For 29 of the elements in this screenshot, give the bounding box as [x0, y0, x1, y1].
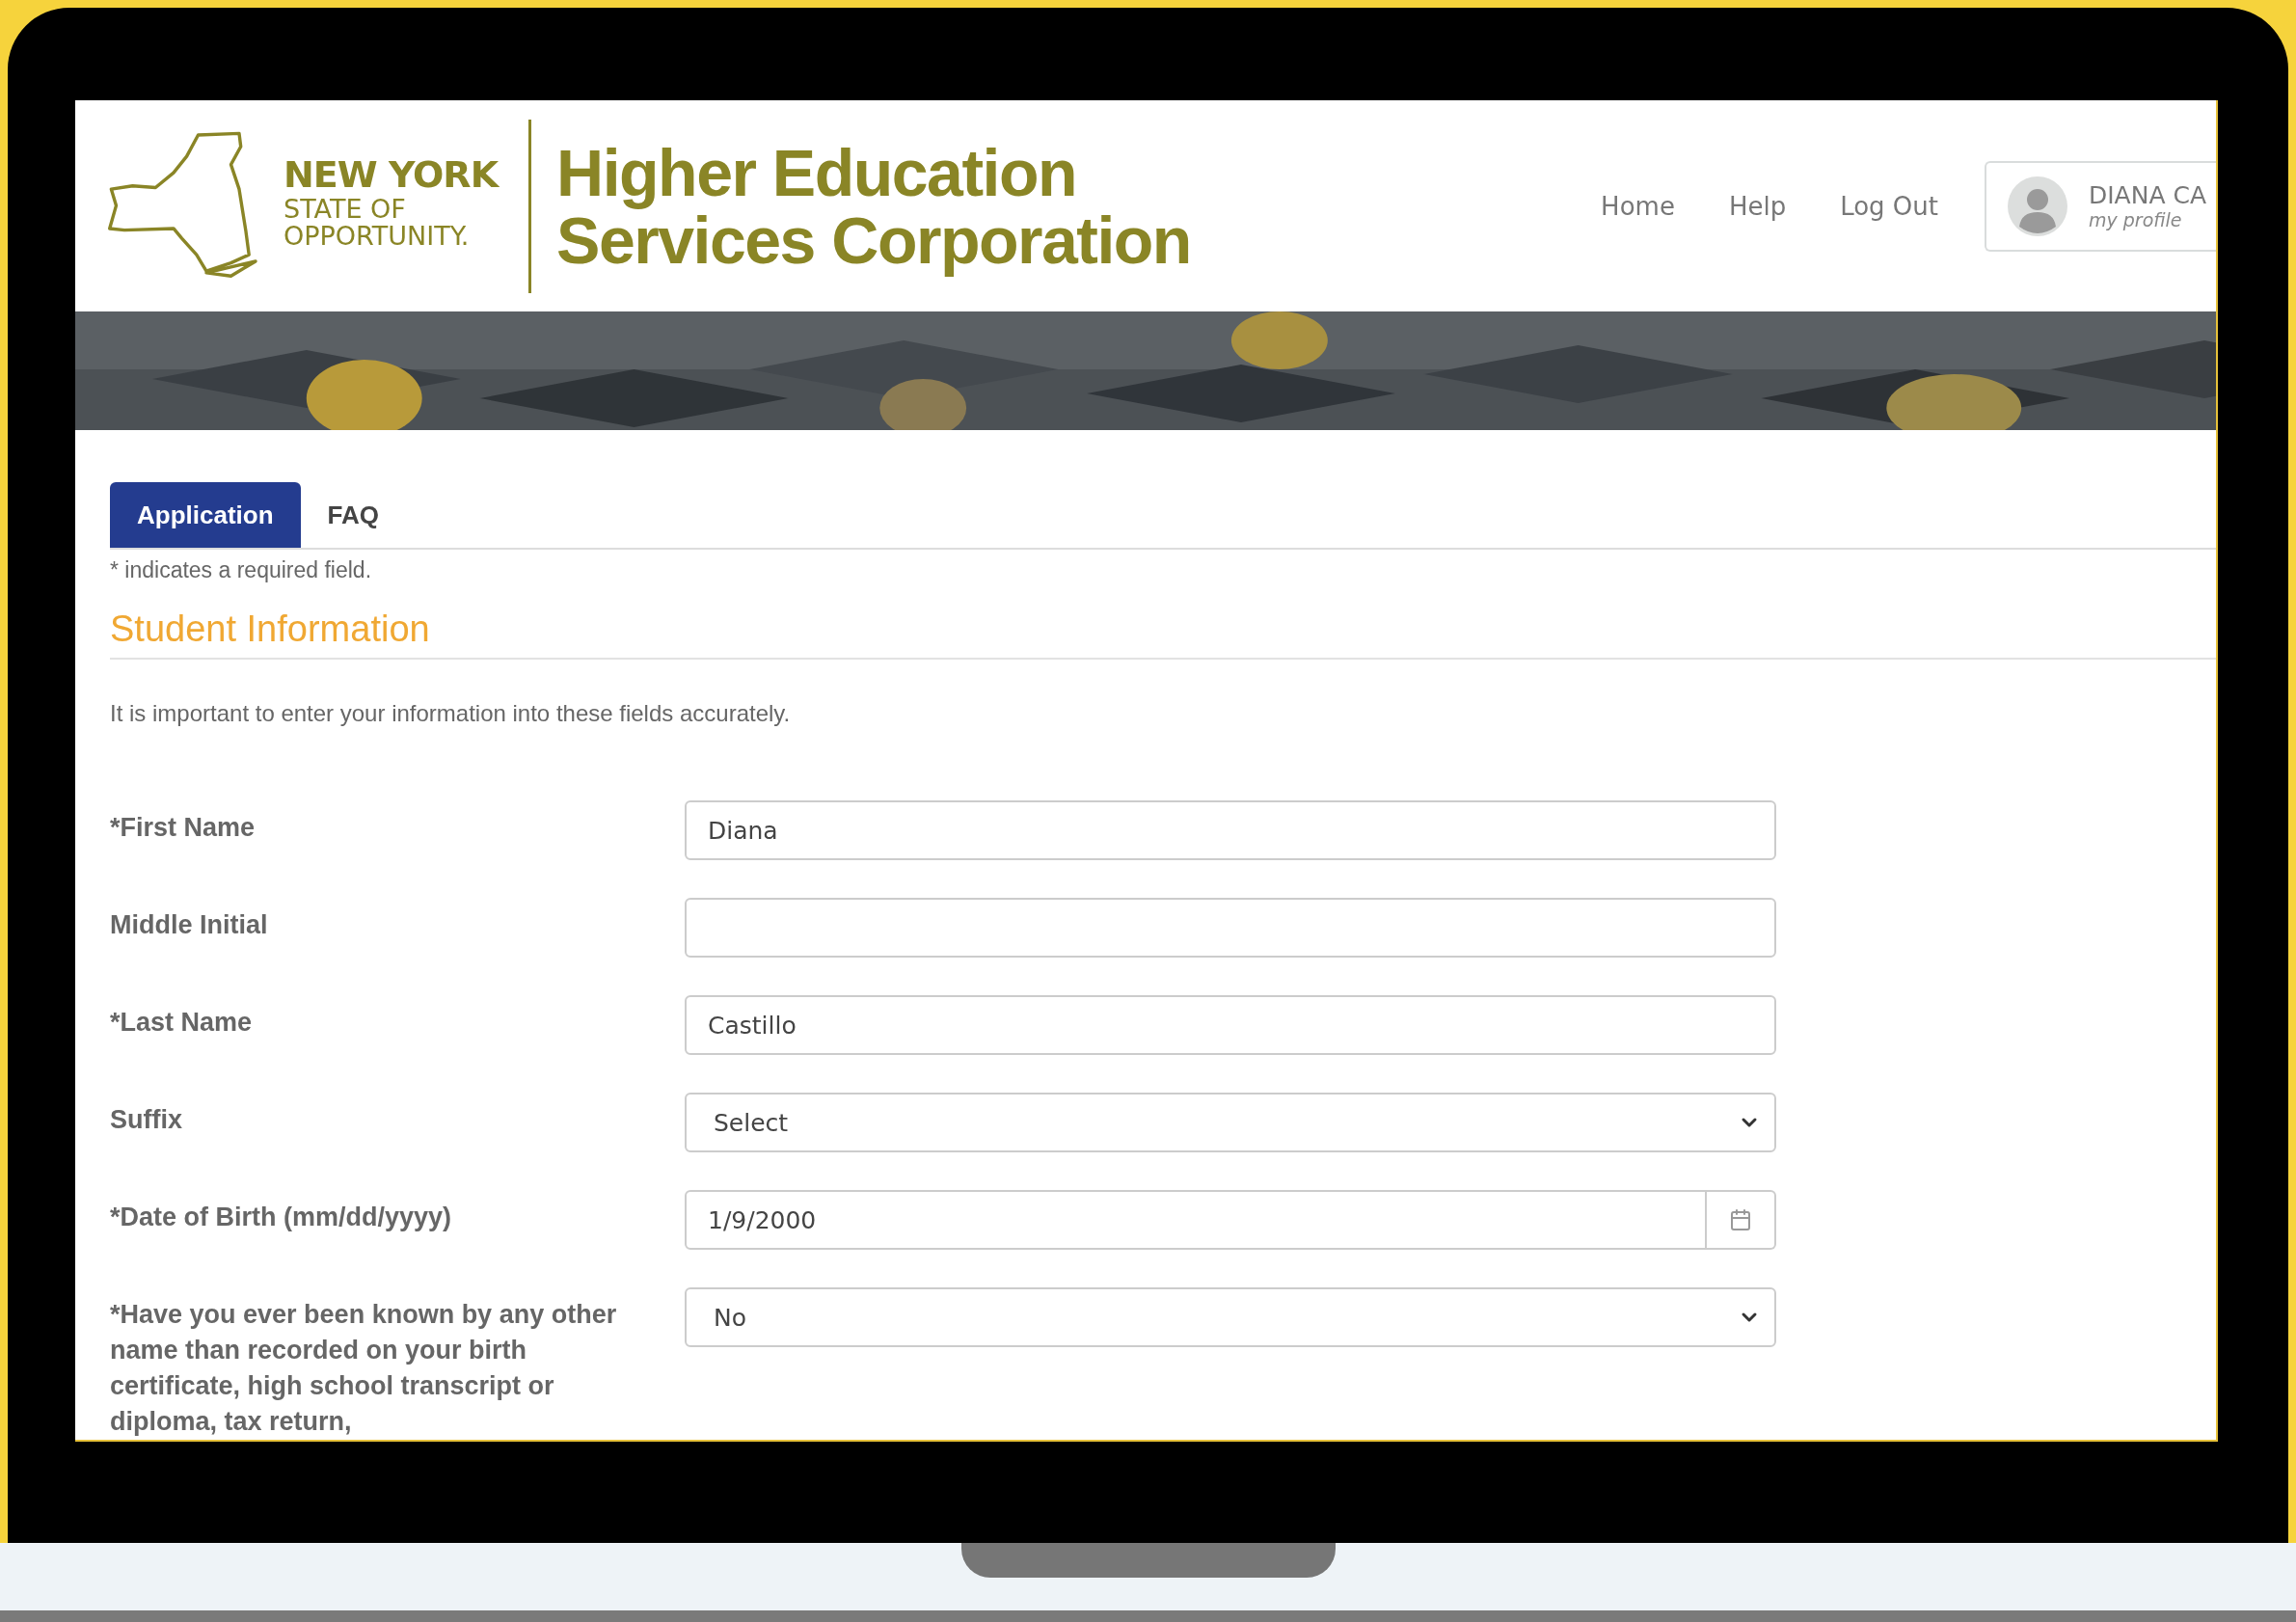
text-field[interactable]: Castillo — [685, 995, 1776, 1055]
calendar-button[interactable] — [1707, 1190, 1776, 1250]
nav-link[interactable]: Home — [1601, 191, 1675, 221]
text-field[interactable]: Diana — [685, 800, 1776, 860]
field-label: *Have you ever been known by any other name than recorded on your birth certificate, high school transcript or diploma, tax return, — [110, 1299, 618, 1438]
text-field[interactable] — [685, 898, 1776, 958]
field-label: Suffix — [110, 1104, 183, 1136]
nav-link[interactable]: Log Out — [1840, 191, 1938, 221]
field-label: *Date of Birth (mm/dd/yyyy) — [110, 1202, 453, 1233]
tab[interactable]: Application — [110, 482, 301, 548]
user-name: DIANA CA — [2089, 181, 2207, 209]
select-field[interactable]: Select — [685, 1093, 1776, 1152]
intro-text: It is important to enter your information into these fields accurately. — [110, 700, 792, 727]
nav-link[interactable]: Help — [1728, 191, 1787, 221]
field-label: *First Name — [110, 812, 257, 844]
profile-card[interactable]: DIANA CA my profile — [1985, 160, 2216, 252]
select-field[interactable]: No — [685, 1287, 1776, 1347]
avatar-icon — [2008, 176, 2067, 236]
logo-text: STATE OF — [284, 195, 407, 223]
field-label: *Last Name — [110, 1007, 254, 1039]
section-title: Student Information — [110, 608, 2216, 660]
field-label: Middle Initial — [110, 909, 269, 941]
required-note: * indicates a required field. — [110, 557, 373, 583]
logo-text: OPPORTUNITY. — [284, 222, 471, 250]
tab[interactable]: FAQ — [300, 482, 406, 548]
date-field[interactable]: 1/9/2000 — [685, 1190, 1707, 1250]
profile-link[interactable]: my profile — [2089, 209, 2207, 230]
logo-text: NEW YORK — [284, 152, 499, 196]
calendar-icon — [1729, 1208, 1752, 1231]
